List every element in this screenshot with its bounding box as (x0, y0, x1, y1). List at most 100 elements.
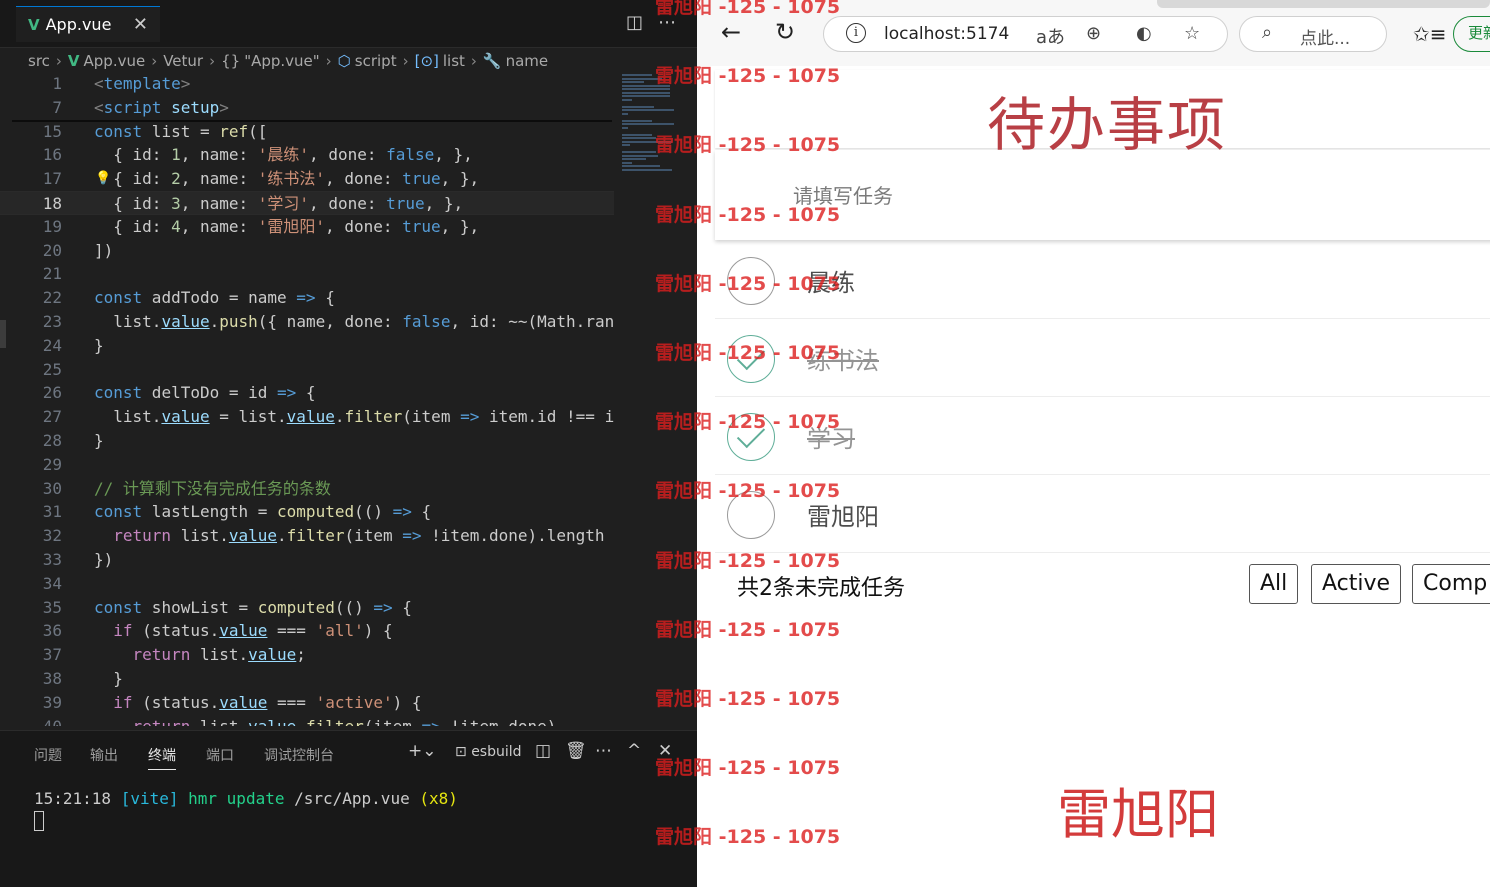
code-text: { id: 2, name: '练书法', done: true, }, (94, 169, 480, 189)
code-line[interactable]: 24} (0, 334, 614, 358)
search-box[interactable]: ⌕ 点此... (1239, 16, 1387, 52)
tab-app-vue[interactable]: V App.vue ✕ (16, 6, 160, 42)
more-icon[interactable]: ⋯ (595, 741, 612, 761)
code-text: const lastLength = computed(() => { (94, 502, 432, 522)
line-number: 30 (42, 478, 62, 498)
breadcrumb-script[interactable]: script (355, 52, 397, 70)
read-aloud-icon[interactable]: aあ (1036, 23, 1065, 49)
split-editor-icon[interactable]: ◫ (626, 12, 643, 33)
breadcrumb-name[interactable]: name (506, 52, 549, 70)
breadcrumb-src[interactable]: src (28, 52, 50, 70)
breadcrumb-list[interactable]: list (443, 52, 465, 70)
line-number: 17 (42, 169, 62, 189)
code-line[interactable]: 17 { id: 2, name: '练书法', done: true, }, 💡 (0, 167, 614, 191)
minimap-line (622, 161, 632, 164)
code-line[interactable]: 23 list.value.push({ name, done: false, … (0, 310, 614, 334)
code-line[interactable]: 22 const addTodo = name => { (0, 286, 614, 310)
tab-output[interactable]: 输出 (90, 745, 118, 765)
terminal-icon: ⊡ (455, 744, 472, 760)
filter-active-button[interactable]: Active (1311, 564, 1402, 604)
code-text: return list.value; (132, 645, 306, 665)
code-line[interactable]: 1 <template> (0, 72, 614, 96)
code-line[interactable]: 21 (0, 262, 614, 286)
minimap-line (622, 105, 654, 108)
info-icon[interactable]: i (846, 23, 866, 43)
code-line[interactable]: 33}) (0, 548, 614, 572)
line-number: 7 (52, 97, 62, 117)
code-line[interactable]: 29 (0, 453, 614, 477)
watermark-text: 雷旭阳 -125 - 1075 (655, 134, 841, 157)
watermark-text: 雷旭阳 -125 - 1075 (655, 826, 841, 849)
update-button[interactable]: 更新 (1453, 16, 1490, 52)
code-line[interactable]: 32 return list.value.filter(item => !ite… (0, 524, 614, 548)
code-text: ]) (94, 240, 114, 260)
code-line[interactable]: 37 return list.value; (0, 643, 614, 667)
variable-icon: [⊙] (414, 52, 439, 70)
minimap-line (622, 126, 628, 129)
chevron-up-icon[interactable]: ^ (627, 741, 641, 761)
code-line[interactable]: 18 { id: 3, name: '学习', done: true, }, (0, 191, 614, 215)
star-icon[interactable]: ☆ (1184, 23, 1200, 44)
terminal-shell-selector[interactable]: ⊡ esbuild (455, 744, 522, 760)
tab-debug-console[interactable]: 调试控制台 (264, 745, 334, 765)
filter-all-button[interactable]: All (1249, 564, 1299, 604)
watermark-text: 雷旭阳 -125 - 1075 (655, 65, 841, 88)
editor-tab-bar: V App.vue ✕ ◫ ⋯ (0, 0, 697, 48)
code-line[interactable]: 38 } (0, 667, 614, 691)
line-number: 33 (42, 550, 62, 569)
code-text: if (status.value === 'active') { (113, 692, 422, 712)
close-icon[interactable]: ✕ (133, 14, 148, 35)
code-text: }) (94, 550, 114, 569)
line-number: 36 (42, 621, 62, 641)
zoom-icon[interactable]: ⊕ (1086, 23, 1101, 44)
refresh-icon[interactable]: ↻ (775, 18, 795, 46)
line-number: 31 (42, 502, 62, 522)
address-bar[interactable]: i localhost:5174 aあ ⊕ ◐ ☆ (823, 16, 1228, 52)
terminal-count: (x8) (419, 789, 458, 808)
code-line[interactable]: 25 (0, 358, 614, 382)
terminal-output[interactable]: 15:21:18 [vite] hmr update /src/App.vue … (34, 789, 458, 808)
code-line[interactable]: 15 const list = ref([ (0, 120, 614, 144)
code-line[interactable]: 31 const lastLength = computed(() => { (0, 500, 614, 524)
favorites-icon[interactable]: ✩≡ (1413, 22, 1447, 46)
breadcrumb-file[interactable]: App.vue (84, 52, 146, 70)
breadcrumb-vetur[interactable]: Vetur (163, 52, 203, 70)
code-line[interactable]: 20]) (0, 239, 614, 263)
trash-icon[interactable]: 🗑 (565, 741, 587, 761)
split-terminal-icon[interactable]: ◫ (535, 741, 551, 761)
add-terminal-icon[interactable]: +⌄ (408, 741, 437, 761)
code-line[interactable]: 39 if (status.value === 'active') { (0, 691, 614, 715)
code-text: list.value.push({ name, done: false, id:… (94, 312, 614, 331)
back-arrow-icon[interactable]: ← (721, 18, 741, 46)
code-line[interactable]: 34 (0, 572, 614, 596)
code-line[interactable]: 7 <script setup> (0, 96, 614, 120)
line-number: 23 (42, 312, 62, 331)
edge-icon[interactable]: ◐ (1136, 23, 1152, 44)
code-line[interactable]: 27 list.value = list.value.filter(item =… (0, 405, 614, 429)
wrench-icon: 🔧 (482, 52, 502, 70)
code-line[interactable]: 26 const delToDo = id => { (0, 381, 614, 405)
filter-completed-button[interactable]: Comp (1412, 564, 1490, 604)
code-line[interactable]: 36 if (status.value === 'all') { (0, 619, 614, 643)
code-line[interactable]: 19 { id: 4, name: '雷旭阳', done: true, }, (0, 215, 614, 239)
code-line[interactable]: 28} (0, 429, 614, 453)
code-line[interactable]: 40 return list.value.filter(item => !ite… (0, 715, 614, 726)
tab-problems[interactable]: 问题 (34, 745, 62, 765)
tab-ports[interactable]: 端口 (206, 745, 234, 765)
code-line[interactable]: 16 { id: 1, name: '晨练', done: false, }, (0, 143, 614, 167)
line-number: 1 (52, 74, 62, 93)
lightbulb-icon[interactable]: 💡 (95, 167, 111, 191)
code-line[interactable]: 30 // 计算剩下没有完成任务的条数 (0, 477, 614, 501)
code-line[interactable]: 35 const showList = computed(() => { (0, 596, 614, 620)
url-text: localhost:5174 (884, 24, 1010, 44)
minimap[interactable] (618, 72, 680, 182)
vue-file-icon: V (67, 52, 80, 70)
line-number: 37 (42, 645, 62, 665)
code-area[interactable]: 1 <template> 7 <script setup> 15 const list =… (0, 72, 614, 726)
code-text: <template> (94, 74, 191, 93)
terminal-tag: [vite] (120, 789, 179, 808)
line-number: 29 (42, 454, 62, 474)
breadcrumb-module[interactable]: "App.vue" (244, 52, 319, 70)
tab-terminal[interactable]: 终端 (148, 745, 176, 770)
breadcrumb: src › V App.vue › Vetur › {} "App.vue" › ⬡ scri… (28, 52, 549, 70)
